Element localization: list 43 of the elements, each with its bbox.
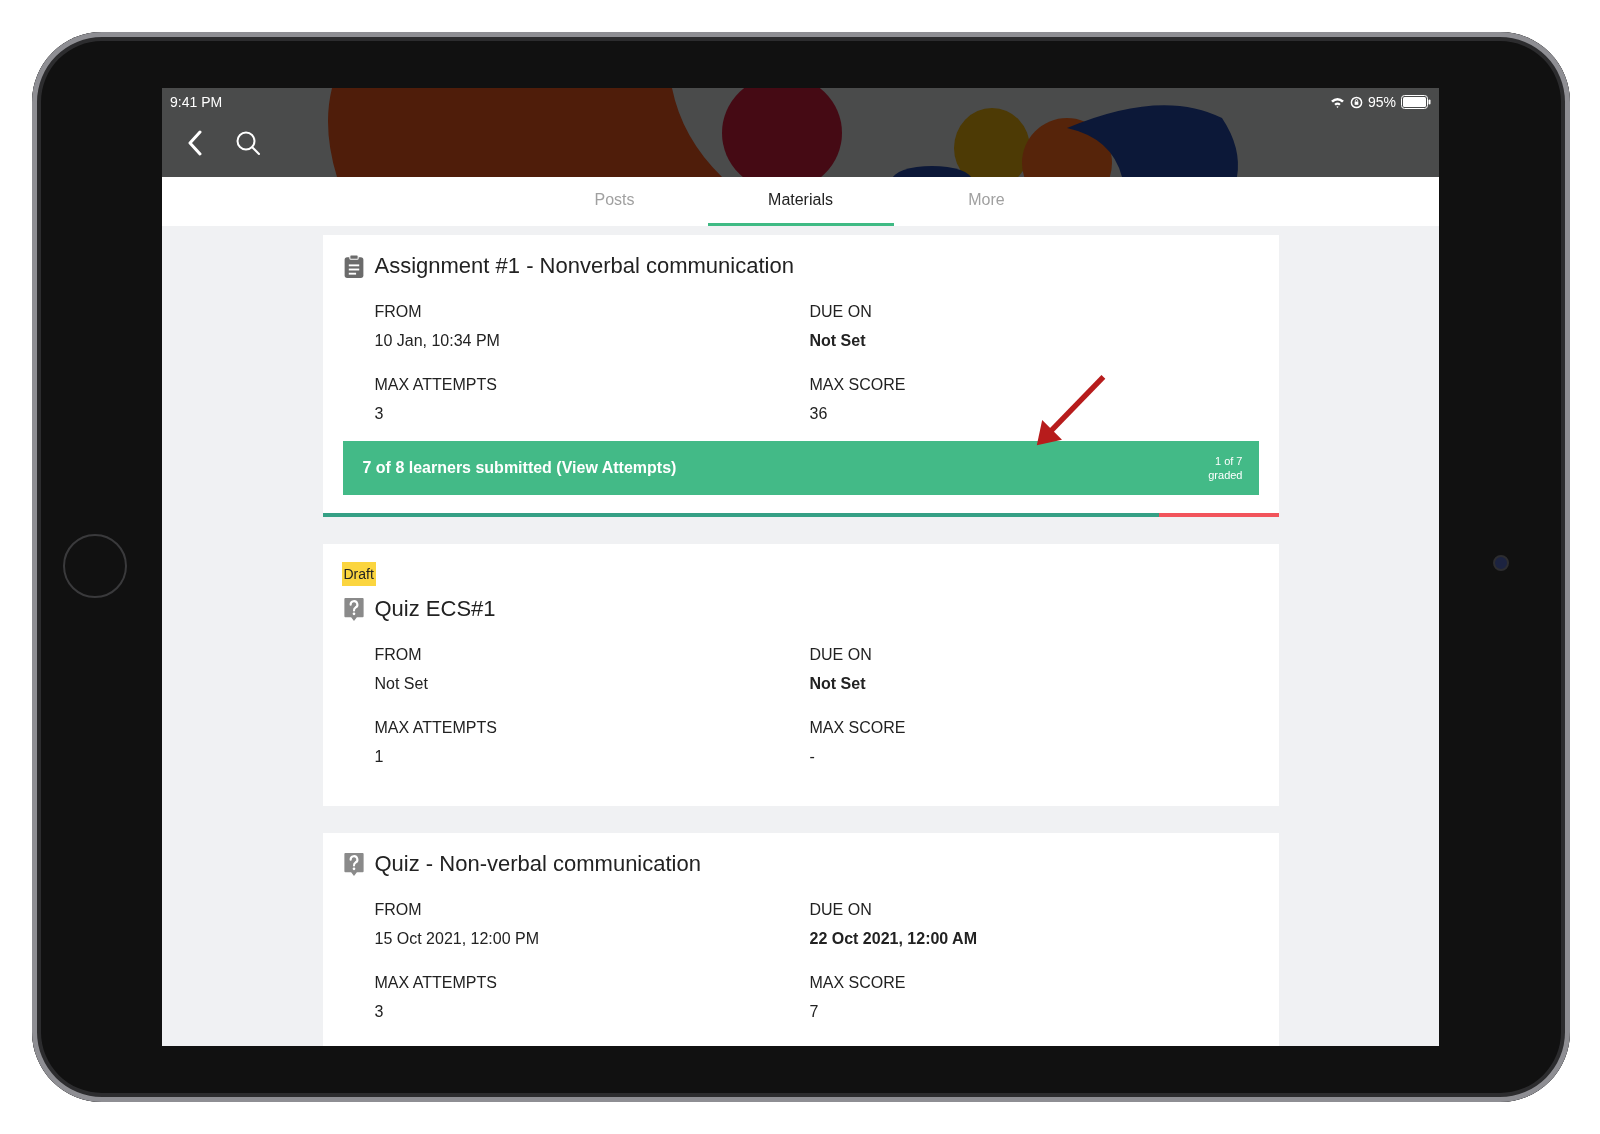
orientation-lock-icon xyxy=(1349,95,1363,109)
field-value: Not Set xyxy=(809,332,867,350)
material-card[interactable]: Quiz - Non-verbal communication FROM 15 Oct 2021, 12:00 PM DUE ON 22 Oct 2021, 12:00 AM MAX ATTEMPTS 3 MAX SCORE 7 xyxy=(322,833,1279,1046)
field-value: Not Set xyxy=(374,675,429,693)
field-label: MAX ATTEMPTS xyxy=(374,376,498,394)
draft-badge: Draft xyxy=(341,562,376,586)
wifi-icon xyxy=(1329,96,1345,108)
battery-icon xyxy=(1401,95,1431,109)
field-value: 1 xyxy=(374,748,385,766)
field-label: FROM xyxy=(374,901,423,919)
field-label: FROM xyxy=(374,303,423,321)
field-value: 10 Jan, 10:34 PM xyxy=(374,332,501,350)
field-value: - xyxy=(809,748,816,766)
field-label: MAX ATTEMPTS xyxy=(374,719,498,737)
graded-count: 1 of 7 graded xyxy=(1208,454,1243,482)
field-value: Not Set xyxy=(809,675,867,693)
status-time: 9:41 PM xyxy=(170,94,223,110)
field-label: FROM xyxy=(374,646,423,664)
clipboard-icon xyxy=(342,253,365,279)
tab[interactable]: Materials xyxy=(707,177,894,226)
material-title: Assignment #1 - Nonverbal communication xyxy=(374,253,794,279)
field-label: DUE ON xyxy=(809,901,873,919)
field-label: MAX SCORE xyxy=(809,719,907,737)
field-label: MAX SCORE xyxy=(809,974,907,992)
material-card[interactable]: Draft Quiz ECS#1 FROM Not Set DUE ON Not Set MAX ATTEMPTS 1 MAX SCORE - xyxy=(322,544,1279,806)
camera-lens xyxy=(1493,555,1509,571)
field-value: 22 Oct 2021, 12:00 AM xyxy=(809,930,978,948)
field-label: MAX SCORE xyxy=(809,376,907,394)
search-icon[interactable] xyxy=(235,130,261,156)
field-value: 15 Oct 2021, 12:00 PM xyxy=(374,930,541,948)
question-icon xyxy=(342,596,365,622)
back-icon[interactable] xyxy=(187,130,203,156)
field-value: 3 xyxy=(374,405,385,423)
material-title: Quiz ECS#1 xyxy=(374,596,496,622)
field-label: MAX ATTEMPTS xyxy=(374,974,498,992)
field-label: DUE ON xyxy=(809,646,873,664)
field-label: DUE ON xyxy=(809,303,873,321)
field-value: 7 xyxy=(809,1003,820,1021)
field-value: 3 xyxy=(374,1003,385,1021)
battery-percent: 95% xyxy=(1367,94,1396,110)
field-value: 36 xyxy=(809,405,829,423)
question-icon xyxy=(342,851,365,877)
material-title: Quiz - Non-verbal communication xyxy=(374,851,701,877)
